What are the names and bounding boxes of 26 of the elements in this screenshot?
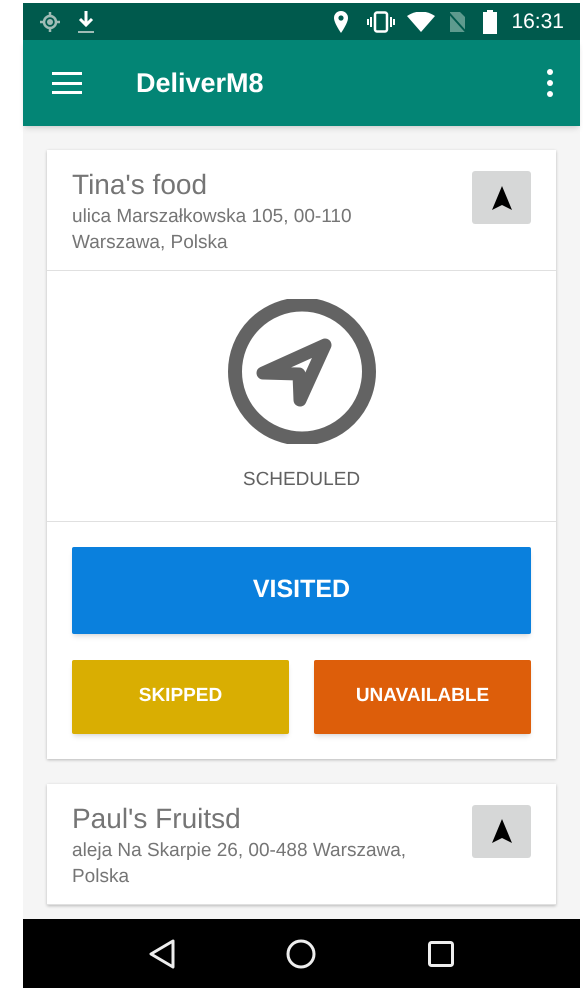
status-button[interactable]: SKIPPED — [72, 660, 289, 734]
navigation-arrow-icon — [490, 184, 512, 210]
menu-button[interactable] — [52, 72, 82, 94]
clock: 16:31 — [511, 8, 564, 35]
navigate-button[interactable] — [472, 171, 531, 224]
place-name: Paul's Fruitsd — [72, 802, 242, 836]
navigate-button[interactable] — [472, 804, 531, 858]
vibrate-icon — [367, 10, 396, 32]
place-name: Tina's food — [72, 168, 208, 202]
wifi-icon — [407, 12, 436, 32]
status-button[interactable]: UNAVAILABLE — [314, 660, 531, 734]
battery-icon — [483, 10, 498, 34]
navigation-arrow-icon — [490, 818, 512, 844]
place-address: ulica Marszałkowska 105, 00-110 Warszawa, Polska — [72, 205, 353, 255]
home-icon[interactable] — [286, 938, 316, 968]
status-label: SCHEDULED — [242, 468, 360, 492]
no-sim-icon — [447, 10, 468, 32]
place-address: aleja Na Skarpie 26, 00-488 Warszawa, Polska — [72, 838, 408, 888]
visited-button[interactable]: VISITED — [72, 546, 531, 634]
more-options-button[interactable] — [545, 69, 555, 97]
location-pin-icon — [333, 10, 350, 34]
back-icon[interactable] — [148, 938, 175, 968]
gps-icon — [39, 10, 61, 32]
download-icon — [77, 10, 95, 34]
recents-icon[interactable] — [428, 940, 454, 966]
app-title: DeliverM8 — [136, 66, 265, 100]
